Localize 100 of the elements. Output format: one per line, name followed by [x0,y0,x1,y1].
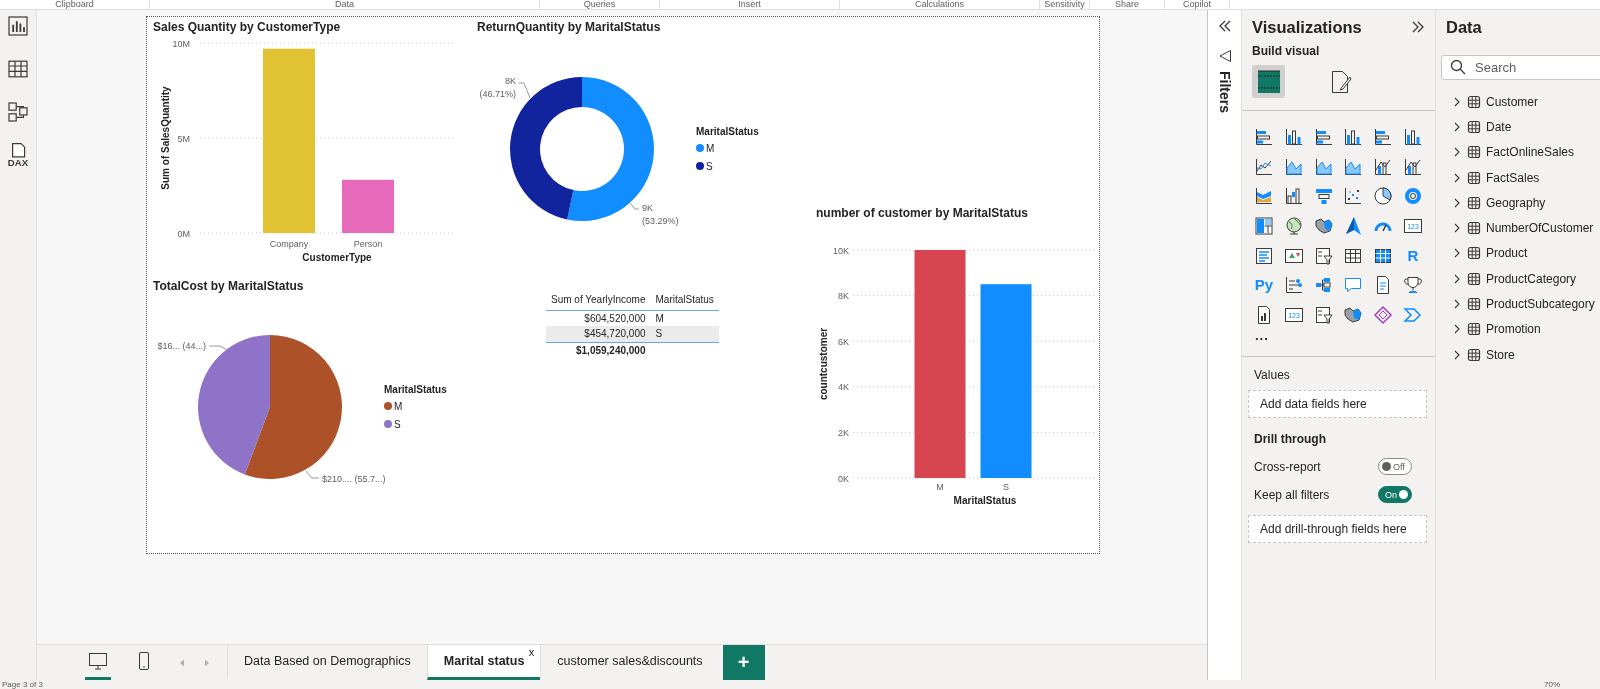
ribbon-group-label: Data [150,0,540,9]
chart-title: number of customer by MaritalStatus [816,205,1030,222]
table-cell: $454,720,000 [546,326,651,342]
column-chart-icon[interactable] [1403,126,1423,147]
chevron-icon [1452,222,1462,235]
funnel-icon[interactable] [1313,186,1334,207]
axis-label: 10K [833,245,849,256]
donut-chart-icon[interactable] [1403,186,1423,207]
axis-label: 8K [838,291,849,302]
table-item[interactable]: NumberOfCustomer [1436,215,1600,241]
trophy-icon[interactable] [1403,275,1423,296]
section-label: Build visual [1251,44,1321,60]
table-cell: M [650,310,719,326]
chart-title: Sales Quantity by CustomerType [153,19,342,36]
combo-chart-icon[interactable] [1403,156,1423,177]
list-icon[interactable] [1254,245,1274,266]
column-chart-icon[interactable] [1343,126,1364,147]
pane-title[interactable]: Filters [1216,71,1233,113]
search-field[interactable]: Search [1441,55,1600,80]
table-icon [1467,119,1481,134]
expand-icon[interactable] [1411,20,1425,34]
table-cell: $604,520,000 [546,310,651,326]
page-tab[interactable]: Marital status x [426,645,541,680]
map-icon[interactable] [1313,215,1334,236]
bar-chart-icon[interactable] [1254,126,1274,147]
chevron-icon [1452,348,1462,361]
area-chart-icon[interactable] [1313,156,1334,177]
close-button[interactable]: x [528,646,535,658]
axis-label: 4K [838,382,849,393]
add-page-button[interactable]: + [722,645,765,680]
table-icon [1467,271,1481,286]
bar-chart-icon[interactable] [1373,126,1394,147]
total-cell: $1,059,240,000 [546,342,651,358]
chevron-icon [1452,146,1462,159]
table-item[interactable]: FactSales [1436,164,1600,191]
pane-title: Data [1445,16,1483,38]
toggle-label: Cross-report [1254,459,1321,474]
section-label: Values [1253,366,1291,384]
axis-title: CustomerType [302,252,372,263]
model-view-icon[interactable] [6,100,30,124]
drop-zone[interactable]: Add drill-through fields here [1248,514,1427,543]
axis-label: 0K [838,473,849,484]
scatter-chart-icon[interactable] [1343,186,1364,207]
legend-label: S [706,161,713,172]
line-chart-icon[interactable] [1254,156,1274,177]
table-item[interactable]: FactOnlineSales [1436,139,1600,165]
report-view-icon[interactable] [6,14,30,38]
table-icon [1467,297,1481,311]
more-visuals-button[interactable]: ... [1242,329,1435,344]
table-item[interactable]: ProductCategory [1436,266,1600,292]
column-header[interactable]: Sum of YearlyIncome [546,290,651,310]
treemap-icon[interactable] [1254,215,1274,236]
table-item[interactable]: Promotion [1436,316,1600,342]
ribbon-group-label: Queries [540,0,660,9]
axis-label: S [1003,482,1009,492]
map-icon[interactable] [1343,304,1364,325]
waterfall-chart-icon[interactable] [1283,186,1304,207]
column-header[interactable]: MaritalStatus [650,290,719,310]
build-tab[interactable] [1252,65,1285,98]
globe-icon[interactable] [1283,215,1304,236]
combo-chart-icon[interactable] [1373,156,1394,177]
table-icon [1467,322,1481,337]
collapse-icon[interactable] [1217,19,1232,33]
area-chart-icon[interactable] [1343,156,1364,177]
table-item[interactable]: ProductSubcategory [1436,291,1600,317]
legend-label: M [394,401,403,412]
pie-chart-icon[interactable] [1373,186,1394,207]
drop-zone[interactable]: Add data fields here [1248,389,1427,418]
influencers-chart-icon[interactable] [1283,275,1304,296]
axis-label: 0M [177,228,190,239]
chevron-icon [1452,272,1462,285]
toggle-switch[interactable]: On [1378,486,1412,504]
chevron-icon [1452,247,1462,260]
page-indicator: Page 3 of 3 [2,680,43,689]
axis-label: Company [269,239,309,249]
toggle-switch[interactable]: Off [1378,458,1412,476]
bar-chart-icon[interactable] [1313,126,1334,147]
table-item[interactable]: Store [1436,341,1600,368]
diamond-icon[interactable] [1373,304,1394,325]
ribbon-chart-icon[interactable] [1254,186,1274,207]
tab-label: customer sales&discounts [557,654,703,668]
area-chart-icon[interactable] [1283,156,1304,177]
table-item[interactable]: Product [1436,240,1600,267]
ribbon-group-label: Share [1090,0,1165,9]
search-icon [1450,59,1466,75]
slicer-icon[interactable] [1313,304,1334,325]
chevron-icon [1452,298,1462,310]
table-item[interactable]: Customer [1436,89,1600,115]
navigation-arrow-icon[interactable] [1343,215,1364,236]
legend-title: MaritalStatus [384,384,447,395]
table-item[interactable]: Geography [1436,190,1600,216]
data-label: 9K (53.29%) [642,203,679,226]
ribbon-group-label: Copilot [1165,0,1230,9]
column-chart-icon[interactable] [1283,126,1304,147]
table-item[interactable]: Date [1436,114,1600,140]
leader-line [629,202,640,210]
chevron-icon [1452,120,1462,133]
slicer-icon[interactable] [1313,245,1334,266]
leader-line [518,82,531,99]
zoom-level: 70% [1544,680,1560,689]
